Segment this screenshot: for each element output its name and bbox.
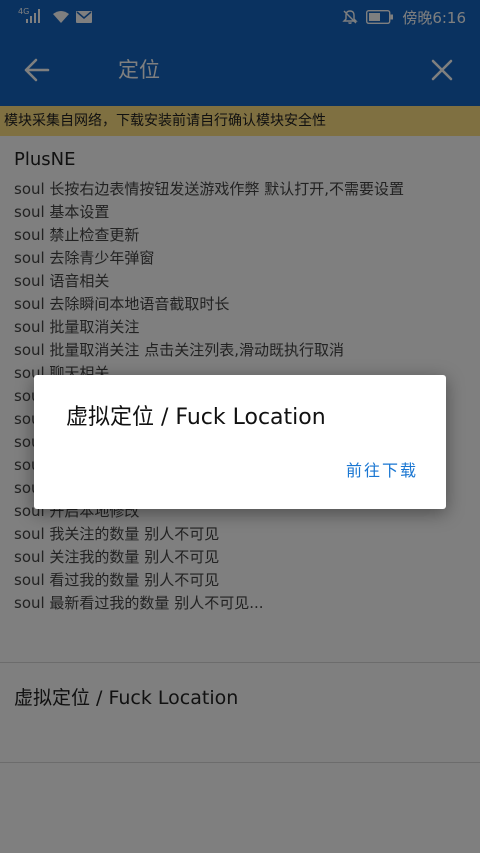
dialog-title: 虚拟定位 / Fuck Location [66, 405, 326, 430]
app-screen: 4G 傍晚6:16 [0, 0, 480, 853]
download-dialog: 虚拟定位 / Fuck Location 前往下载 [34, 375, 446, 509]
download-button[interactable]: 前往下载 [346, 459, 418, 483]
